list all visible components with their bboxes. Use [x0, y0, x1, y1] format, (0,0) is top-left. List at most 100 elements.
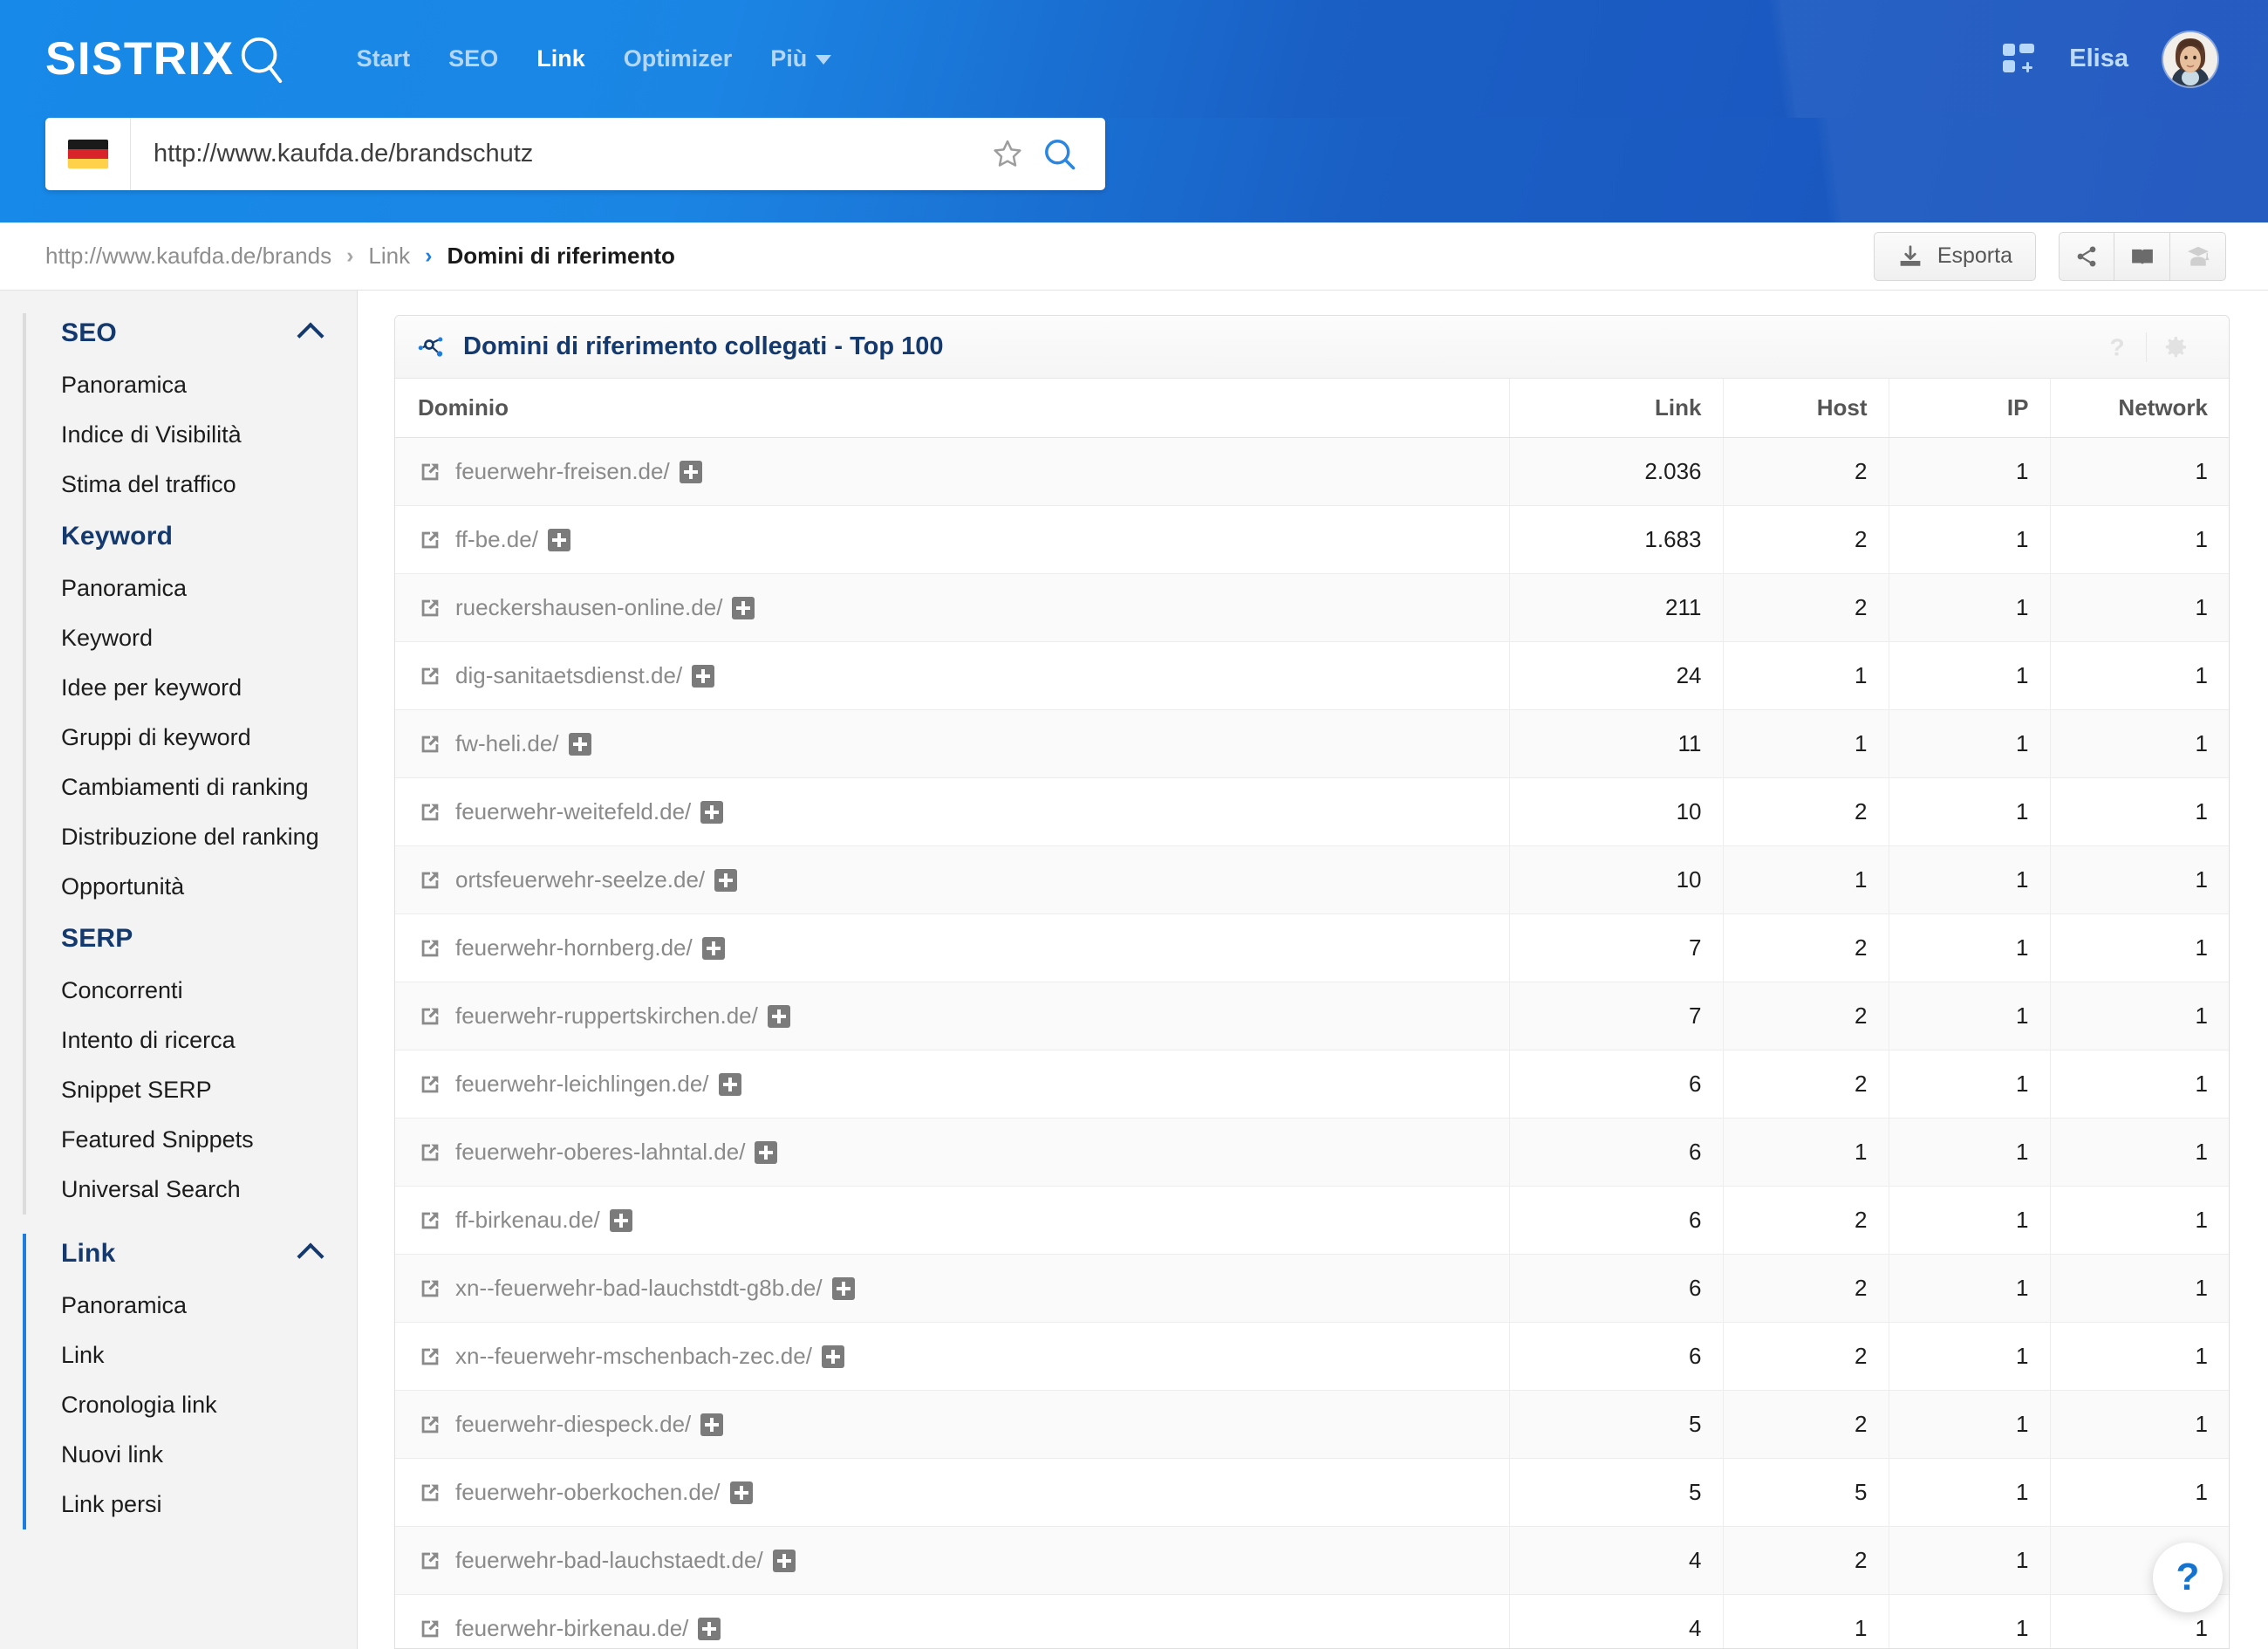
external-link-icon[interactable]: [418, 596, 442, 620]
external-link-icon[interactable]: [418, 1004, 442, 1029]
domain-link[interactable]: feuerwehr-birkenau.de: [455, 1615, 682, 1642]
expand-plus-icon[interactable]: [700, 800, 724, 824]
sidebar-item-panoramica-link[interactable]: Panoramica: [23, 1281, 357, 1331]
expand-plus-icon[interactable]: [679, 460, 702, 483]
domain-link[interactable]: ortsfeuerwehr-seelze.de: [455, 866, 699, 893]
expand-plus-icon[interactable]: [700, 1413, 724, 1436]
documentation-button[interactable]: [2114, 231, 2170, 281]
sidebar-item-gruppi-di-keyword[interactable]: Gruppi di keyword: [23, 713, 357, 763]
expand-plus-icon[interactable]: [547, 528, 570, 551]
expand-plus-icon[interactable]: [732, 596, 755, 619]
table-row[interactable]: feuerwehr-weitefeld.de/ 10 2 1 1: [395, 777, 2229, 846]
sidebar-item-idee-per-keyword[interactable]: Idee per keyword: [23, 663, 357, 713]
breadcrumb-item-link[interactable]: Link: [368, 243, 410, 270]
table-row[interactable]: feuerwehr-birkenau.de/ 4 1 1 1: [395, 1594, 2229, 1648]
sidebar-group-header-seo[interactable]: SEO: [23, 306, 357, 360]
table-row[interactable]: fw-heli.de/ 11 1 1 1: [395, 709, 2229, 778]
sidebar-item-panoramica-keyword[interactable]: Panoramica: [23, 564, 357, 613]
domain-link[interactable]: feuerwehr-leichlingen.de: [455, 1071, 702, 1098]
external-link-icon[interactable]: [418, 868, 442, 893]
export-button[interactable]: Esporta: [1873, 231, 2036, 281]
breadcrumb-item-url[interactable]: http://www.kaufda.de/brands: [45, 243, 331, 270]
domain-link[interactable]: feuerwehr-freisen.de: [455, 458, 663, 485]
column-header-network[interactable]: Network: [2049, 379, 2229, 438]
external-link-icon[interactable]: [418, 936, 442, 961]
domain-link[interactable]: feuerwehr-ruppertskirchen.de: [455, 1002, 752, 1030]
expand-plus-icon[interactable]: [698, 1617, 721, 1640]
sidebar-group-header-serp[interactable]: SERP: [23, 912, 357, 966]
expand-plus-icon[interactable]: [772, 1549, 796, 1572]
sidebar-item-indice-di-visibilita[interactable]: Indice di Visibilità: [23, 410, 357, 460]
share-button[interactable]: [2059, 231, 2114, 281]
nav-link-link[interactable]: Link: [517, 37, 605, 81]
help-floating-button[interactable]: ?: [2153, 1543, 2223, 1612]
country-selector[interactable]: [45, 118, 131, 190]
sidebar-item-link-persi[interactable]: Link persi: [23, 1480, 357, 1529]
domain-link[interactable]: feuerwehr-oberkochen.de: [455, 1479, 714, 1506]
expand-plus-icon[interactable]: [692, 664, 715, 688]
table-row[interactable]: ff-birkenau.de/ 6 2 1 1: [395, 1186, 2229, 1255]
domain-link[interactable]: xn--feuerwehr-bad-lauchstdt-g8b.de: [455, 1275, 816, 1302]
expand-plus-icon[interactable]: [767, 1004, 790, 1028]
sidebar-item-snippet-serp[interactable]: Snippet SERP: [23, 1065, 357, 1115]
sidebar-item-stima-del-traffico[interactable]: Stima del traffico: [23, 460, 357, 510]
domain-search-box[interactable]: [45, 118, 1105, 190]
expand-plus-icon[interactable]: [821, 1345, 844, 1368]
sidebar-item-cronologia-link[interactable]: Cronologia link: [23, 1380, 357, 1430]
sistrix-logo[interactable]: SISTRIX: [45, 34, 287, 85]
sidebar-group-header-link[interactable]: Link: [23, 1227, 357, 1281]
external-link-icon[interactable]: [418, 664, 442, 688]
sidebar-item-cambiamenti-di-ranking[interactable]: Cambiamenti di ranking: [23, 763, 357, 812]
sidebar-item-universal-search[interactable]: Universal Search: [23, 1165, 357, 1215]
table-row[interactable]: feuerwehr-diespeck.de/ 5 2 1 1: [395, 1390, 2229, 1459]
table-row[interactable]: feuerwehr-bad-lauchstaedt.de/ 4 2 1 1: [395, 1526, 2229, 1595]
sidebar-item-panoramica-seo[interactable]: Panoramica: [23, 360, 357, 410]
external-link-icon[interactable]: [418, 1345, 442, 1369]
sidebar-item-intento-di-ricerca[interactable]: Intento di ricerca: [23, 1016, 357, 1065]
expand-plus-icon[interactable]: [568, 732, 591, 756]
user-name-label[interactable]: Elisa: [2069, 44, 2128, 73]
sidebar-item-nuovi-link[interactable]: Nuovi link: [23, 1430, 357, 1480]
table-row[interactable]: xn--feuerwehr-mschenbach-zec.de/ 6 2 1 1: [395, 1322, 2229, 1391]
sidebar-group-header-keyword[interactable]: Keyword: [23, 510, 357, 564]
nav-link-start[interactable]: Start: [338, 37, 430, 81]
expand-plus-icon[interactable]: [609, 1208, 632, 1232]
academy-button[interactable]: [2170, 231, 2226, 281]
nav-link-optimizer[interactable]: Optimizer: [605, 37, 752, 81]
table-row[interactable]: ortsfeuerwehr-seelze.de/ 10 1 1 1: [395, 845, 2229, 914]
expand-plus-icon[interactable]: [718, 1072, 741, 1096]
sidebar-item-link[interactable]: Link: [23, 1331, 357, 1380]
domain-link[interactable]: ff-be.de: [455, 526, 532, 553]
external-link-icon[interactable]: [418, 1549, 442, 1573]
domain-link[interactable]: feuerwehr-bad-lauchstaedt.de: [455, 1547, 756, 1574]
column-header-host[interactable]: Host: [1722, 379, 1889, 438]
external-link-icon[interactable]: [418, 1072, 442, 1097]
search-input[interactable]: [131, 140, 990, 168]
table-row[interactable]: feuerwehr-ruppertskirchen.de/ 7 2 1 1: [395, 982, 2229, 1050]
table-row[interactable]: xn--feuerwehr-bad-lauchstdt-g8b.de/ 6 2 …: [395, 1254, 2229, 1323]
domain-link[interactable]: dig-sanitaetsdienst.de: [455, 662, 676, 689]
apps-grid-add-icon[interactable]: [2003, 43, 2035, 75]
domain-link[interactable]: feuerwehr-oberes-lahntal.de: [455, 1139, 739, 1166]
external-link-icon[interactable]: [418, 1617, 442, 1641]
expand-plus-icon[interactable]: [714, 868, 738, 892]
domain-link[interactable]: rueckershausen-online.de: [455, 594, 716, 621]
nav-link-piu[interactable]: Più: [751, 37, 850, 81]
domain-link[interactable]: xn--feuerwehr-mschenbach-zec.de: [455, 1343, 806, 1370]
external-link-icon[interactable]: [418, 528, 442, 552]
expand-plus-icon[interactable]: [831, 1276, 855, 1300]
table-row[interactable]: feuerwehr-freisen.de/ 2.036 2 1 1: [395, 437, 2229, 506]
column-header-dominio[interactable]: Dominio: [395, 379, 1509, 438]
sidebar-item-featured-snippets[interactable]: Featured Snippets: [23, 1115, 357, 1165]
table-row[interactable]: dig-sanitaetsdienst.de/ 24 1 1 1: [395, 641, 2229, 710]
domain-link[interactable]: ff-birkenau.de: [455, 1207, 594, 1234]
card-settings-button[interactable]: [2147, 333, 2204, 361]
expand-plus-icon[interactable]: [755, 1140, 778, 1164]
domain-link[interactable]: fw-heli.de: [455, 730, 552, 757]
external-link-icon[interactable]: [418, 460, 442, 484]
table-row[interactable]: ff-be.de/ 1.683 2 1 1: [395, 505, 2229, 574]
nav-link-seo[interactable]: SEO: [429, 37, 517, 81]
column-header-link[interactable]: Link: [1508, 379, 1723, 438]
external-link-icon[interactable]: [418, 1140, 442, 1165]
external-link-icon[interactable]: [418, 732, 442, 756]
